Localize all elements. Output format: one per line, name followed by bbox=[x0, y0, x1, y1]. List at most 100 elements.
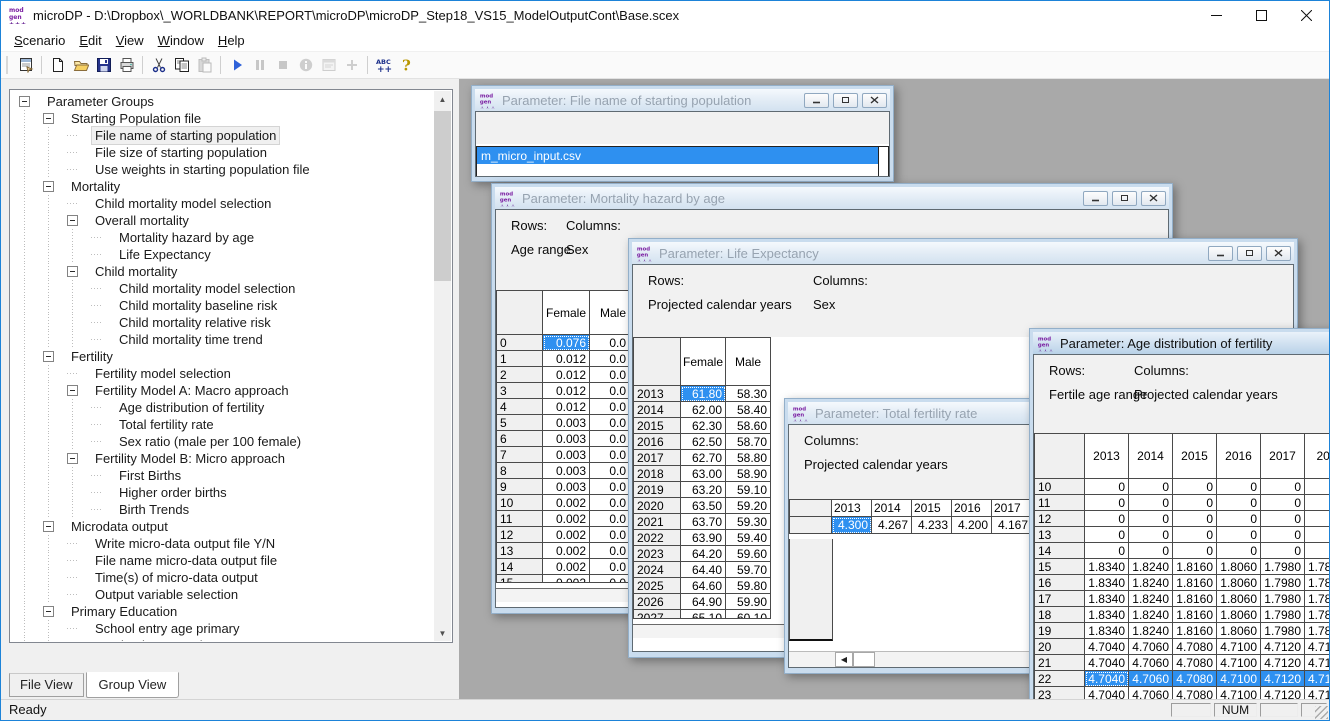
tree-item[interactable]: Child mortality bbox=[11, 263, 433, 280]
grid-cell[interactable]: 0 bbox=[1085, 479, 1129, 495]
grid-cell[interactable]: 59.40 bbox=[726, 530, 771, 546]
grid-cell[interactable]: 0 bbox=[1217, 495, 1261, 511]
grid-cell[interactable]: 4.7120 bbox=[1261, 655, 1305, 671]
child-title-bar[interactable]: modgen+++ Parameter: File name of starti… bbox=[475, 89, 890, 111]
grid-cell[interactable]: 4.7080 bbox=[1173, 671, 1217, 687]
grid-cell[interactable]: 1.7980 bbox=[1261, 591, 1305, 607]
grid-cell[interactable]: 4.71 bbox=[1305, 655, 1329, 671]
grid-cell[interactable]: 0.003 bbox=[543, 479, 590, 495]
grid-cell[interactable]: 0.003 bbox=[543, 447, 590, 463]
grid-cell[interactable]: 4.7080 bbox=[1173, 687, 1217, 699]
grid-cell[interactable]: 63.00 bbox=[681, 466, 726, 482]
grid-cell[interactable]: 4.167 bbox=[992, 517, 1032, 534]
grid-cell[interactable]: 4.7040 bbox=[1085, 671, 1129, 687]
grid-cell[interactable]: 65.10 bbox=[681, 610, 726, 619]
child-restore-icon[interactable] bbox=[1237, 246, 1262, 261]
grid-cell[interactable]: 4.300 bbox=[832, 517, 872, 534]
grid-cell[interactable]: 4.7100 bbox=[1217, 655, 1261, 671]
run-icon[interactable] bbox=[225, 54, 248, 76]
menu-scenario[interactable]: Scenario bbox=[7, 31, 72, 50]
grid-cell[interactable]: 62.30 bbox=[681, 418, 726, 434]
grid-cell[interactable]: 0.012 bbox=[543, 351, 590, 367]
grid-cell[interactable]: 1.8340 bbox=[1085, 575, 1129, 591]
grid-cell[interactable]: 0 bbox=[1085, 495, 1129, 511]
grid-cell[interactable]: 0 bbox=[1129, 479, 1173, 495]
close-icon[interactable] bbox=[1284, 1, 1329, 30]
child-close-icon[interactable] bbox=[1266, 246, 1291, 261]
grid-cell[interactable]: 4.7080 bbox=[1173, 655, 1217, 671]
grid-cell[interactable]: 1.8060 bbox=[1217, 623, 1261, 639]
grid-cell[interactable] bbox=[1305, 495, 1329, 511]
grid-cell[interactable]: 59.30 bbox=[726, 514, 771, 530]
grid-cell[interactable] bbox=[1305, 511, 1329, 527]
grid-cell[interactable]: 58.70 bbox=[726, 434, 771, 450]
menu-view[interactable]: View bbox=[109, 31, 151, 50]
grid-cell[interactable]: 1.78 bbox=[1305, 575, 1329, 591]
grid-cell[interactable]: 4.7040 bbox=[1085, 639, 1129, 655]
grid-cell[interactable]: 0 bbox=[1261, 511, 1305, 527]
tree-item[interactable]: File size of starting population bbox=[11, 144, 433, 161]
grid-cell[interactable]: 0 bbox=[1261, 479, 1305, 495]
maximize-icon[interactable] bbox=[1239, 1, 1284, 30]
tree-item[interactable]: Mortality hazard by age bbox=[11, 229, 433, 246]
grid-cell[interactable]: 4.267 bbox=[872, 517, 912, 534]
grid-cell[interactable]: 0.012 bbox=[543, 367, 590, 383]
tree-collapse-icon[interactable] bbox=[43, 521, 54, 532]
new-icon[interactable] bbox=[46, 54, 69, 76]
grid-cell[interactable]: 0 bbox=[1173, 495, 1217, 511]
spellcheck-icon[interactable]: ABC++ bbox=[372, 54, 395, 76]
grid-cell[interactable]: 0 bbox=[1129, 527, 1173, 543]
file-name-row[interactable] bbox=[477, 164, 878, 177]
paste-icon[interactable] bbox=[193, 54, 216, 76]
child-title-bar[interactable]: modgen+++ Parameter: Age distribution of… bbox=[1033, 332, 1329, 354]
grid-cell[interactable]: 1.8340 bbox=[1085, 591, 1129, 607]
tab-group-view[interactable]: Group View bbox=[86, 672, 180, 698]
tree-item[interactable]: Primary Education bbox=[11, 603, 433, 620]
grid-cell[interactable]: 4.7040 bbox=[1085, 655, 1129, 671]
tree-collapse-icon[interactable] bbox=[67, 385, 78, 396]
tree-item[interactable]: Overall mortality bbox=[11, 212, 433, 229]
tree-item[interactable]: Total fertility rate bbox=[11, 416, 433, 433]
grid-cell[interactable]: 0 bbox=[1173, 511, 1217, 527]
tree-item[interactable]: Fertility model selection bbox=[11, 365, 433, 382]
grid-cell[interactable]: 4.71 bbox=[1305, 687, 1329, 699]
grid-cell[interactable]: 0 bbox=[1261, 543, 1305, 559]
tree-collapse-icon[interactable] bbox=[43, 181, 54, 192]
grid-cell[interactable] bbox=[1305, 543, 1329, 559]
grid-cell[interactable]: 4.7120 bbox=[1261, 671, 1305, 687]
grid-cell[interactable]: 62.50 bbox=[681, 434, 726, 450]
grid-cell[interactable]: 0.002 bbox=[543, 575, 590, 583]
grid-cell[interactable]: 4.7100 bbox=[1217, 639, 1261, 655]
tree-collapse-icon[interactable] bbox=[19, 96, 30, 107]
tree-item[interactable]: Child mortality relative risk bbox=[11, 314, 433, 331]
tree-item[interactable]: Mortality bbox=[11, 178, 433, 195]
scroll-down-icon[interactable]: ▼ bbox=[434, 625, 451, 641]
scroll-up-icon[interactable]: ▲ bbox=[434, 91, 451, 107]
age-distribution-table[interactable]: 2013201420152016201720110000001100000120… bbox=[1034, 433, 1329, 699]
grid-cell[interactable]: 59.60 bbox=[726, 546, 771, 562]
grid-cell[interactable]: 0 bbox=[1129, 495, 1173, 511]
grid-cell[interactable]: 0 bbox=[1261, 527, 1305, 543]
file-name-list[interactable]: m_micro_input.csv bbox=[476, 146, 889, 177]
grid-cell[interactable]: 61.80 bbox=[681, 386, 726, 402]
tree-item[interactable]: Higher order births bbox=[11, 484, 433, 501]
pause-icon[interactable] bbox=[248, 54, 271, 76]
info-icon[interactable] bbox=[294, 54, 317, 76]
menu-help[interactable]: Help bbox=[211, 31, 252, 50]
child-minimize-icon[interactable] bbox=[1208, 246, 1233, 261]
tree-item[interactable]: File name of starting population bbox=[11, 127, 433, 144]
grid-cell[interactable]: 59.20 bbox=[726, 498, 771, 514]
menu-edit[interactable]: Edit bbox=[72, 31, 108, 50]
child-title-bar[interactable]: modgen+++ Parameter: Mortality hazard by… bbox=[495, 187, 1169, 209]
scrollbar-thumb[interactable] bbox=[434, 111, 451, 281]
grid-cell[interactable]: 0 bbox=[1085, 543, 1129, 559]
tree-item[interactable]: Use weights in starting population file bbox=[11, 161, 433, 178]
grid-cell[interactable]: 1.7980 bbox=[1261, 607, 1305, 623]
grid-cell[interactable]: 62.00 bbox=[681, 402, 726, 418]
scrollbar-thumb[interactable] bbox=[853, 652, 875, 667]
tree-collapse-icon[interactable] bbox=[67, 215, 78, 226]
child-restore-icon[interactable] bbox=[833, 93, 858, 108]
grid-cell[interactable] bbox=[1305, 479, 1329, 495]
grid-cell[interactable]: 4.7080 bbox=[1173, 639, 1217, 655]
child-restore-icon[interactable] bbox=[1112, 191, 1137, 206]
